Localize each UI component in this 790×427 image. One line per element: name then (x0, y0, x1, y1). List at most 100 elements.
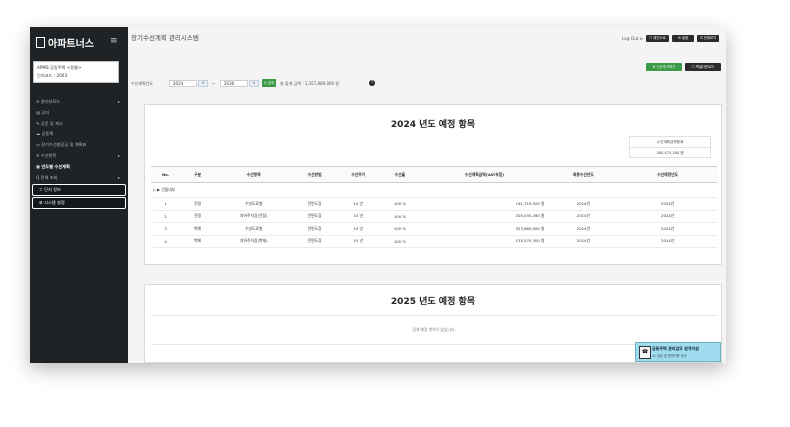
cell: 2014년 (548, 222, 619, 236)
cell: 전면도장 (292, 197, 337, 211)
sum-value: 380,475,280 원 (630, 147, 710, 158)
col-no: No. (151, 166, 181, 183)
banner-subtitle: ☏ 상담 및 원격지원 안내 (652, 354, 687, 358)
cell: 수성도료칠 (215, 197, 293, 211)
panel-2024-title: 2024 년도 예정 항목 (390, 120, 476, 130)
logout-link[interactable]: Log Out ⊳ (622, 36, 643, 41)
sum-label: 수선계획금액합계 (656, 140, 684, 144)
range-separator: ~ (212, 81, 216, 86)
cell: 2014년 (548, 210, 619, 223)
cell: 2014년 (548, 235, 619, 248)
col-item: 수선항목 (215, 166, 293, 183)
sum-box: 수선계획금액합계 380,475,280 원 (629, 136, 711, 158)
cell: 100 % (379, 197, 421, 211)
cell: 135,570,300 원 (420, 235, 549, 248)
sidebar-item-community[interactable]: ☁ 공동체 (30, 129, 128, 140)
sidebar-item-settings[interactable]: ⚙ 시스템 설정 (32, 197, 126, 210)
cell: 10 년 (336, 197, 380, 211)
year-to-dropdown[interactable]: V (249, 80, 259, 87)
total-amount: 총 합계 금액 : 1,357,889,000 원 (280, 81, 340, 86)
cell: 100 % (379, 235, 421, 248)
cell: 205,035,280 원 (420, 210, 549, 223)
year-from-input[interactable]: 2024 (169, 80, 197, 87)
sidebar-item-repair-items[interactable]: ≡ 수선항목 ▸ (30, 151, 128, 162)
support-icon: ☎ (639, 346, 651, 359)
sidebar-item-notice[interactable]: ▤ 공지 (30, 108, 128, 119)
page-title: 장기수선계획 관리시스템 (131, 34, 199, 42)
logo[interactable]: 아파트너스 (36, 35, 94, 50)
help-icon[interactable]: ? (369, 80, 375, 86)
cell: 전정 (180, 210, 216, 223)
cell: 1 (151, 197, 181, 211)
cell: 전정 (180, 197, 216, 211)
table-row[interactable]: 2 전정 지하주차장(전정) 전면도장 10 년 100 % 205,035,280 원 20… (151, 210, 717, 223)
search-button[interactable]: Q 검색 (262, 79, 276, 87)
complex-selector[interactable]: APMS 공동주택 <원룸> 단지코드 : 2003 (33, 61, 119, 83)
excel-download-button[interactable]: ☐ 엑셀다운로드 (685, 63, 721, 71)
cell: 10 년 (336, 210, 380, 223)
col-cycle: 수선주기 (336, 166, 380, 183)
group-row[interactable]: ▷ ▶ 건물내부 (151, 182, 717, 198)
remote-support-banner[interactable]: ☎ 공동주택 관리업무 원격지원 ☏ 상담 및 원격지원 안내 (635, 342, 721, 362)
table-row[interactable]: 1 전정 수성도료칠 전면도장 10 년 100 % 191,719,000 원 2014년 2… (151, 197, 717, 211)
cell: 수성도료칠 (215, 222, 293, 236)
sidebar-item-posts[interactable]: ✎ 공문 및 게시 (30, 119, 128, 130)
cell: 4 (151, 235, 181, 248)
main-content: 장기수선계획 관리시스템 Log Out ⊳ ☐ 메인으로 ⚙ 설정 ☰ 전체보… (128, 27, 726, 363)
cell: 2014년 (548, 197, 619, 211)
hamburger-icon[interactable]: ≡ (110, 36, 118, 46)
col-category: 구분 (180, 166, 216, 183)
cell: 100 % (379, 210, 421, 223)
app-window: 아파트너스 ≡ APMS 공동주택 <원룸> 단지코드 : 2003 ≡ 관리자… (30, 27, 726, 363)
col-plan-year: 수선예정년도 (618, 166, 717, 183)
col-rate: 수선율 (379, 166, 421, 183)
complex-code: 단지코드 : 2003 (37, 73, 68, 78)
sidebar: 아파트너스 ≡ APMS 공동주택 <원룸> 단지코드 : 2003 ≡ 관리자… (30, 27, 128, 363)
sidebar-item-admin[interactable]: ≡ 관리자모드 ▸ (30, 97, 128, 108)
cell: 10 년 (336, 222, 380, 236)
cell: 벽체 (180, 222, 216, 236)
sidebar-item-reserve[interactable]: ▭ 장기수선충당금 및 계획표 (30, 140, 128, 151)
group-label: ▷ ▶ 건물내부 (151, 182, 717, 198)
logo-text: 아파트너스 (48, 39, 94, 50)
complex-name: APMS 공동주택 <원룸> (37, 65, 82, 70)
year-label: 수선계획년도 (131, 81, 154, 86)
plan-table: No. 구분 수선항목 수선방법 수선주기 수선율 수선계획금액(VAT포함) … (151, 166, 717, 248)
panel-2024: 2024 년도 예정 항목 수선계획금액합계 380,475,280 원 No.… (144, 104, 722, 265)
panel-2025-title: 2025 년도 예정 항목 (390, 297, 476, 307)
cell: 10 년 (336, 235, 380, 248)
view-all-button[interactable]: ☰ 전체보기 (697, 35, 719, 42)
cell: 2024년 (618, 210, 717, 223)
banner-title: 공동주택 관리업무 원격지원 (652, 346, 699, 351)
sidebar-item-complex-info[interactable]: ♖ 단지 정보 (32, 184, 126, 197)
cell: 2024년 (618, 235, 717, 248)
settings-button[interactable]: ⚙ 설정 (672, 35, 694, 42)
cell: 2 (151, 210, 181, 223)
cell: 2024년 (618, 197, 717, 211)
filter-bar: 수선계획년도 2024 V ~ 2030 V Q 검색 총 합계 금액 : 1,… (131, 79, 431, 89)
cell: 191,719,000 원 (420, 197, 549, 211)
year-from-dropdown[interactable]: V (198, 80, 208, 87)
table-row[interactable]: 3 벽체 수성도료칠 전면도장 10 년 100 % 323,685,000 원 2014년 2… (151, 222, 717, 236)
building-icon (36, 37, 45, 48)
add-new-button[interactable]: ⊕ 신규추가하기 (646, 63, 682, 71)
sidebar-item-yearly-plan[interactable]: ▦ 년도별 수선계획 (30, 162, 128, 173)
col-method: 수선방법 (292, 166, 337, 183)
sidebar-nav: ≡ 관리자모드 ▸ ▤ 공지 ✎ 공문 및 게시 ☁ 공동체 ▭ 장기수선충당금 … (30, 97, 128, 210)
sidebar-item-overview[interactable]: Q 전체 조회 ▸ (30, 173, 128, 184)
cell: 전면도장 (292, 222, 337, 236)
cell: 3 (151, 222, 181, 236)
col-last-year: 최종수선년도 (548, 166, 619, 183)
cell: 전면도장 (292, 235, 337, 248)
col-amount: 수선계획금액(VAT포함) (420, 166, 549, 183)
cell: 전면도장 (292, 210, 337, 223)
table-row[interactable]: 4 벽체 지하주차장(벽체) 전면도장 10 년 100 % 135,570,300 원 20… (151, 235, 717, 248)
cell: 지하주차장(벽체) (215, 235, 293, 248)
cell: 벽체 (180, 235, 216, 248)
year-to-input[interactable]: 2030 (220, 80, 248, 87)
main-button[interactable]: ☐ 메인으로 (646, 35, 669, 42)
cell: 100 % (379, 222, 421, 236)
table-header: No. 구분 수선항목 수선방법 수선주기 수선율 수선계획금액(VAT포함) … (151, 166, 717, 183)
cell: 2024년 (618, 222, 717, 236)
empty-message: 검색 예정 항목이 없습니다. (151, 315, 717, 345)
